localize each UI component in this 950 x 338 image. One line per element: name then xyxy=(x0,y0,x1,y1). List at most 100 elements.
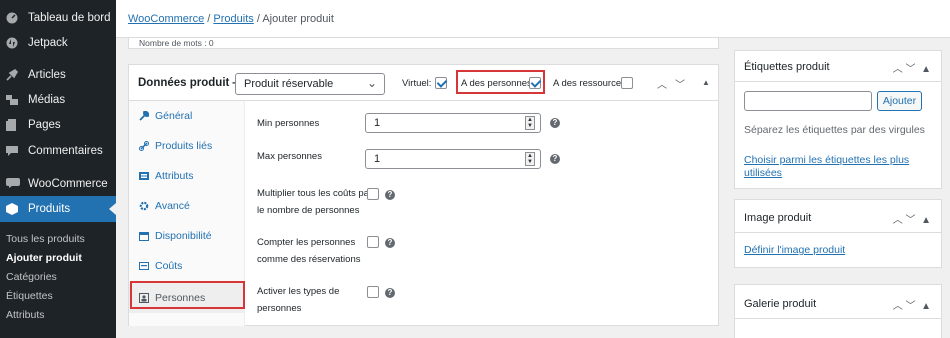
dashboard-icon xyxy=(6,12,18,24)
add-tag-button[interactable]: Ajouter xyxy=(877,91,922,111)
jetpack-icon xyxy=(6,37,18,49)
sidebar-item-label: Tableau de bord xyxy=(28,12,111,24)
woocommerce-icon xyxy=(6,178,20,190)
divider xyxy=(735,232,941,233)
resources-checkbox[interactable] xyxy=(621,77,633,89)
calendar-icon xyxy=(139,231,149,241)
product-tags-box: Étiquettes produit ︿ ﹀ ▲ Ajouter Séparez… xyxy=(734,50,942,189)
link-icon xyxy=(139,141,149,151)
spinner-icon[interactable]: ▲ ▼ xyxy=(525,152,535,166)
max-persons-input[interactable]: 1 ▲ ▼ xyxy=(365,149,541,169)
costs-icon xyxy=(139,261,149,271)
tags-hint: Séparez les étiquettes par des virgules xyxy=(744,124,925,136)
tab-linked-products[interactable]: Produits liés xyxy=(129,131,245,161)
help-icon[interactable]: ? xyxy=(550,154,560,164)
person-types-label-line2: personnes xyxy=(257,303,302,314)
box-toggle-arrows[interactable]: ︿ ﹀ ▲ xyxy=(893,60,931,75)
chevron-down-icon[interactable]: ﹀ xyxy=(675,76,685,91)
submenu-add-product[interactable]: Ajouter produit xyxy=(6,252,82,264)
product-type-select[interactable]: Produit réservable ⌄ xyxy=(235,73,385,95)
min-persons-value: 1 xyxy=(374,117,381,129)
box-toggle-arrows[interactable]: ︿ ﹀ ▲ xyxy=(893,297,931,312)
submenu-tags[interactable]: Étiquettes xyxy=(6,290,53,302)
sidebar-item-label: Pages xyxy=(28,119,61,131)
sidebar-item-products[interactable]: Produits xyxy=(0,196,116,222)
collapse-triangle-icon[interactable]: ▲ xyxy=(702,78,710,87)
choose-tags-link[interactable]: Choisir parmi les étiquettes les plus ut… xyxy=(744,154,909,180)
sidebar-item-comments[interactable]: Commentaires xyxy=(0,138,116,164)
product-data-header: Données produit — Produit réservable ⌄ V… xyxy=(129,65,718,101)
min-persons-input[interactable]: 1 ▲ ▼ xyxy=(365,113,541,133)
tab-label: Coûts xyxy=(155,260,183,272)
spinner-icon[interactable]: ▲ ▼ xyxy=(525,116,535,130)
tab-label: Produits liés xyxy=(155,140,213,152)
highlight-box xyxy=(130,281,245,309)
tab-general[interactable]: Général xyxy=(129,101,245,131)
wrench-icon xyxy=(139,110,150,121)
help-icon[interactable]: ? xyxy=(385,238,395,248)
virtual-checkbox[interactable] xyxy=(435,77,447,89)
count-persons-label-line1: Compter les personnes xyxy=(257,237,356,248)
persons-checkbox[interactable] xyxy=(529,77,541,89)
pages-icon xyxy=(6,119,18,131)
box-toggle-arrows[interactable]: ︿ ﹀ ▲ xyxy=(893,211,931,226)
product-type-value: Produit réservable xyxy=(244,78,334,90)
media-icon xyxy=(6,94,18,106)
person-types-label: Activer les types de personnes xyxy=(257,283,339,317)
chevron-up-icon[interactable]: ︿ xyxy=(657,76,667,91)
multiply-costs-checkbox[interactable] xyxy=(367,188,379,200)
breadcrumb-woocommerce-link[interactable]: WooCommerce xyxy=(128,13,204,25)
tab-label: Avancé xyxy=(155,200,190,212)
choose-tags-link-line1[interactable]: Choisir parmi les étiquettes les plus xyxy=(744,154,909,166)
product-image-box: Image produit ︿ ﹀ ▲ Définir l'image prod… xyxy=(734,199,942,268)
help-icon[interactable]: ? xyxy=(385,190,395,200)
submenu-categories[interactable]: Catégories xyxy=(6,271,57,283)
sidebar-item-pages[interactable]: Pages xyxy=(0,112,116,138)
top-bar: WooCommerce / Produits / Ajouter produit xyxy=(116,0,950,38)
breadcrumb-current: Ajouter produit xyxy=(262,13,334,25)
product-gallery-title: Galerie produit xyxy=(744,298,817,310)
min-persons-label: Min personnes xyxy=(257,118,320,129)
comments-icon xyxy=(6,145,18,157)
choose-tags-link-line2[interactable]: utilisées xyxy=(744,167,782,179)
divider xyxy=(735,318,941,319)
tab-attributes[interactable]: Attributs xyxy=(129,161,245,191)
breadcrumb-products-link[interactable]: Produits xyxy=(213,13,253,25)
sidebar-item-dashboard[interactable]: Tableau de bord xyxy=(0,5,116,31)
help-icon[interactable]: ? xyxy=(550,118,560,128)
sidebar-item-label: Jetpack xyxy=(28,37,68,49)
sidebar-item-jetpack[interactable]: Jetpack xyxy=(0,30,116,56)
sidebar-item-woocommerce[interactable]: WooCommerce xyxy=(0,171,116,197)
divider xyxy=(735,81,941,82)
chevron-down-icon: ⌄ xyxy=(366,76,377,90)
submenu-attributes[interactable]: Attributs xyxy=(6,309,45,321)
person-types-checkbox[interactable] xyxy=(367,286,379,298)
count-persons-checkbox[interactable] xyxy=(367,236,379,248)
word-count: Nombre de mots : 0 xyxy=(128,38,719,49)
multiply-costs-label: Multiplier tous les coûts par le nombre … xyxy=(257,185,372,219)
tab-label: Général xyxy=(155,110,193,122)
sidebar-item-label: Articles xyxy=(28,69,66,81)
sidebar-item-media[interactable]: Médias xyxy=(0,87,116,113)
tab-costs[interactable]: Coûts xyxy=(129,251,245,281)
max-persons-label: Max personnes xyxy=(257,151,322,162)
set-product-image-link[interactable]: Définir l'image produit xyxy=(744,244,845,256)
product-data-title: Données produit — xyxy=(138,77,245,89)
tab-advanced[interactable]: Avancé xyxy=(129,191,245,221)
sidebar-item-label: Médias xyxy=(28,94,66,106)
tab-availability[interactable]: Disponibilité xyxy=(129,221,245,251)
tag-input[interactable] xyxy=(744,91,872,111)
sidebar-item-label: WooCommerce xyxy=(28,178,108,190)
product-image-title: Image produit xyxy=(744,212,812,224)
submenu-all-products[interactable]: Tous les produits xyxy=(6,233,85,245)
multiply-costs-label-line2: le nombre de personnes xyxy=(257,205,360,216)
virtual-label: Virtuel: xyxy=(402,78,432,89)
admin-sidebar: Tableau de bord Jetpack Articles Médias … xyxy=(0,0,116,338)
help-icon[interactable]: ? xyxy=(385,288,395,298)
product-gallery-box: Galerie produit ︿ ﹀ ▲ xyxy=(734,284,942,338)
max-persons-value: 1 xyxy=(374,153,381,165)
product-data-box: Données produit — Produit réservable ⌄ V… xyxy=(128,64,719,326)
sidebar-item-articles[interactable]: Articles xyxy=(0,62,116,88)
count-persons-label-line2: comme des réservations xyxy=(257,254,361,265)
person-types-label-line1: Activer les types de xyxy=(257,286,340,297)
